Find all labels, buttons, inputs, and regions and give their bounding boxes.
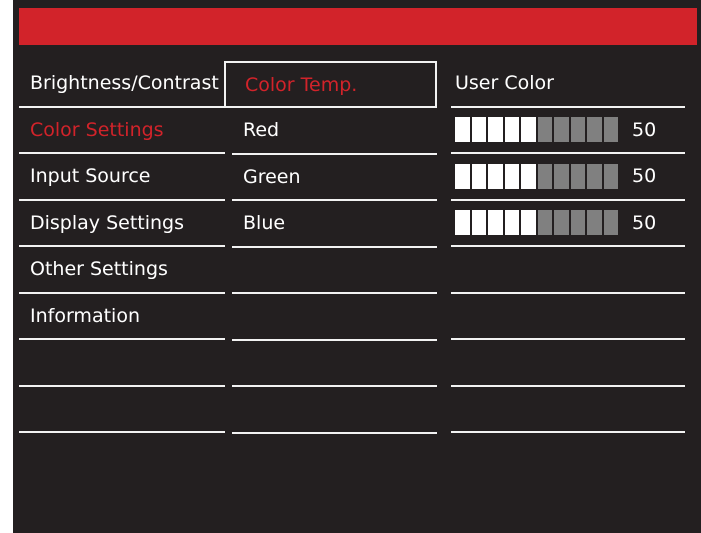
menu-item-empty — [19, 340, 225, 387]
submenu: Color Temp. Red Green Blue — [224, 61, 437, 434]
slider-segment — [504, 163, 519, 189]
slider-segment — [521, 163, 536, 189]
slider-segment — [537, 210, 552, 236]
slider-segment — [504, 117, 519, 143]
menu-item-other-settings[interactable]: Other Settings — [19, 247, 225, 294]
submenu-item-label: Red — [243, 119, 280, 142]
submenu-item-green[interactable]: Green — [232, 155, 437, 201]
slider-segment — [455, 210, 470, 236]
slider-segment — [587, 163, 602, 189]
menu-item-label: Display Settings — [30, 211, 185, 234]
menu-item-label: Brightness/Contrast — [30, 72, 219, 95]
value-row-empty — [451, 294, 685, 340]
slider-segment — [455, 117, 470, 143]
slider-segment — [521, 210, 536, 236]
submenu-item-label: Color Temp. — [245, 73, 358, 96]
menu-item-label: Information — [30, 304, 140, 327]
submenu-item-red[interactable]: Red — [232, 108, 437, 155]
slider-segment — [570, 117, 585, 143]
value-panel: User Color 50 50 50 — [451, 61, 685, 433]
slider-segment — [554, 117, 569, 143]
red-slider-row[interactable]: 50 — [451, 108, 685, 154]
menu-item-brightness-contrast[interactable]: Brightness/Contrast — [19, 61, 225, 108]
slider-segment — [488, 210, 503, 236]
slider-segment — [471, 117, 486, 143]
green-slider[interactable] — [451, 163, 620, 189]
value-header: User Color — [451, 61, 685, 108]
slider-segment — [603, 117, 618, 143]
blue-slider-row[interactable]: 50 — [451, 201, 685, 247]
menu-item-display-settings[interactable]: Display Settings — [19, 201, 225, 247]
blue-slider[interactable] — [451, 210, 620, 236]
submenu-item-empty — [232, 387, 437, 434]
slider-segment — [554, 163, 569, 189]
slider-segment — [488, 117, 503, 143]
menu-item-label: Color Settings — [30, 118, 164, 141]
slider-segment — [603, 163, 618, 189]
slider-segment — [488, 163, 503, 189]
value-row-empty — [451, 247, 685, 294]
submenu-item-empty — [232, 341, 437, 387]
menu-item-label: Input Source — [30, 165, 151, 188]
submenu-item-color-temp[interactable]: Color Temp. — [224, 61, 437, 108]
slider-segment — [587, 210, 602, 236]
submenu-item-empty — [232, 294, 437, 341]
value-header-label: User Color — [455, 72, 554, 95]
menu-item-label: Other Settings — [30, 258, 168, 281]
submenu-item-label: Blue — [243, 212, 286, 235]
green-slider-row[interactable]: 50 — [451, 154, 685, 201]
submenu-item-label: Green — [243, 165, 301, 188]
slider-segment — [455, 163, 470, 189]
red-slider[interactable] — [451, 117, 620, 143]
osd-header-bar — [19, 8, 697, 45]
slider-segment — [603, 210, 618, 236]
menu-item-input-source[interactable]: Input Source — [19, 154, 225, 201]
menu-item-color-settings[interactable]: Color Settings — [19, 108, 225, 154]
slider-segment — [537, 163, 552, 189]
green-value: 50 — [632, 165, 657, 188]
slider-segment — [587, 117, 602, 143]
submenu-item-empty — [232, 248, 437, 294]
slider-segment — [471, 210, 486, 236]
menu-item-empty — [19, 387, 225, 433]
submenu-item-blue[interactable]: Blue — [232, 201, 437, 248]
slider-segment — [537, 117, 552, 143]
value-row-empty — [451, 387, 685, 433]
slider-segment — [521, 117, 536, 143]
blue-value: 50 — [632, 211, 657, 234]
slider-segment — [471, 163, 486, 189]
value-row-empty — [451, 340, 685, 387]
slider-segment — [570, 210, 585, 236]
slider-segment — [570, 163, 585, 189]
main-menu: Brightness/Contrast Color Settings Input… — [19, 61, 225, 433]
slider-segment — [554, 210, 569, 236]
slider-segment — [504, 210, 519, 236]
menu-item-information[interactable]: Information — [19, 294, 225, 340]
red-value: 50 — [632, 118, 657, 141]
